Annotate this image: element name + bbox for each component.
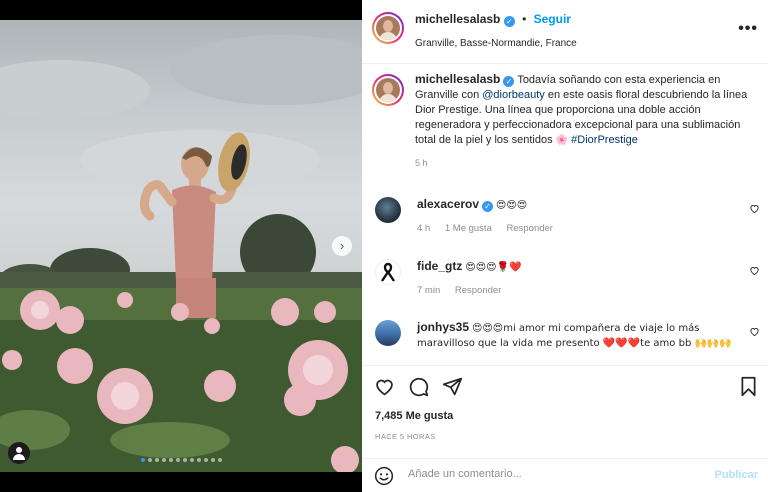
comment-username[interactable]: fide_gtz — [417, 259, 462, 273]
heart-icon[interactable] — [374, 376, 395, 402]
comment-icon[interactable] — [408, 376, 429, 402]
caption-time: 5 h — [415, 158, 428, 168]
comment-text: 😍😍😍 — [495, 200, 528, 211]
post-timestamp[interactable]: HACE 5 HORAS — [375, 432, 436, 441]
avatar[interactable] — [375, 320, 401, 346]
comment: fide_gtz 😍😍😍🌹❤️ 7 min Responder — [372, 259, 762, 296]
caption-username[interactable]: michellesalasb — [415, 72, 500, 86]
carousel-dot — [161, 458, 166, 462]
carousel-dot — [147, 458, 152, 462]
comment-time[interactable]: 7 min — [417, 285, 440, 296]
carousel-dot — [217, 458, 222, 462]
post-panel: michellesalasb ✓ • Seguir Granville, Bas… — [362, 0, 768, 492]
author-line: michellesalasb ✓ • Seguir — [415, 12, 571, 27]
comment-text: 😍😍😍🌹❤️ — [465, 262, 522, 273]
heart-icon[interactable] — [749, 326, 760, 337]
share-icon[interactable] — [442, 376, 463, 402]
heart-icon[interactable] — [749, 203, 760, 214]
comment: jonhys35 😍😍😍mi amor mi compañera de viaj… — [372, 320, 762, 351]
carousel-dot — [140, 458, 145, 462]
verified-badge-icon: ✓ — [503, 16, 515, 27]
reply-button[interactable]: Responder — [455, 285, 501, 296]
avatar[interactable] — [372, 12, 404, 44]
caption-text: michellesalasb ✓ Todavía soñando con est… — [415, 72, 762, 148]
comment-meta: 7 min Responder — [417, 285, 762, 296]
ribbon-icon — [381, 262, 395, 282]
emoji-icon[interactable] — [374, 466, 394, 491]
comment-body: fide_gtz 😍😍😍🌹❤️ — [417, 259, 762, 275]
avatar[interactable] — [375, 259, 401, 285]
publish-button[interactable]: Publicar — [715, 469, 758, 481]
comment-likes[interactable]: 1 Me gusta — [445, 223, 492, 234]
comment-time[interactable]: 4 h — [417, 223, 430, 234]
photo-illustration — [0, 35, 362, 472]
more-options-icon[interactable]: ••• — [738, 20, 758, 38]
author-username[interactable]: michellesalasb — [415, 12, 500, 26]
carousel-dot — [154, 458, 159, 462]
avatar[interactable] — [375, 197, 401, 223]
carousel-dot — [203, 458, 208, 462]
comment-meta: 4 h 1 Me gusta Responder — [417, 223, 762, 234]
carousel-dot — [189, 458, 194, 462]
carousel-dots — [0, 458, 362, 462]
separator: • — [522, 12, 527, 26]
carousel-dot — [196, 458, 201, 462]
carousel-dot — [168, 458, 173, 462]
comment-username[interactable]: jonhys35 — [417, 320, 469, 334]
follow-button[interactable]: Seguir — [534, 12, 571, 26]
comment: alexacerov ✓ 😍😍😍 4 h 1 Me gusta Responde… — [372, 197, 762, 234]
hashtag-link[interactable]: #DiorPrestige — [571, 134, 638, 146]
comment-body: jonhys35 😍😍😍mi amor mi compañera de viaj… — [417, 320, 762, 351]
comment-username[interactable]: alexacerov — [417, 197, 479, 211]
verified-badge-icon: ✓ — [481, 201, 493, 212]
location-link[interactable]: Granville, Basse-Normandie, France — [415, 38, 577, 49]
post-media: › — [0, 0, 362, 492]
comment-body: alexacerov ✓ 😍😍😍 — [417, 197, 762, 213]
avatar[interactable] — [372, 74, 404, 106]
comment-input[interactable] — [408, 468, 698, 480]
heart-icon[interactable] — [749, 265, 760, 276]
add-comment-bar: Publicar — [362, 458, 768, 492]
caption-emoji: 🌸 — [555, 135, 569, 146]
post-header: michellesalasb ✓ • Seguir Granville, Bas… — [362, 0, 768, 64]
bookmark-icon[interactable] — [739, 376, 758, 402]
caption: michellesalasb ✓ Todavía soñando con est… — [372, 72, 762, 168]
verified-badge-icon: ✓ — [503, 76, 515, 87]
carousel-dot — [175, 458, 180, 462]
reply-button[interactable]: Responder — [507, 223, 553, 234]
mention-link[interactable]: @diorbeauty — [482, 89, 545, 101]
arrow-right-icon[interactable]: › — [332, 236, 352, 256]
likes-count[interactable]: 7,485 Me gusta — [375, 410, 453, 422]
carousel-dot — [182, 458, 187, 462]
carousel-dot — [210, 458, 215, 462]
post-photo[interactable] — [0, 20, 362, 472]
